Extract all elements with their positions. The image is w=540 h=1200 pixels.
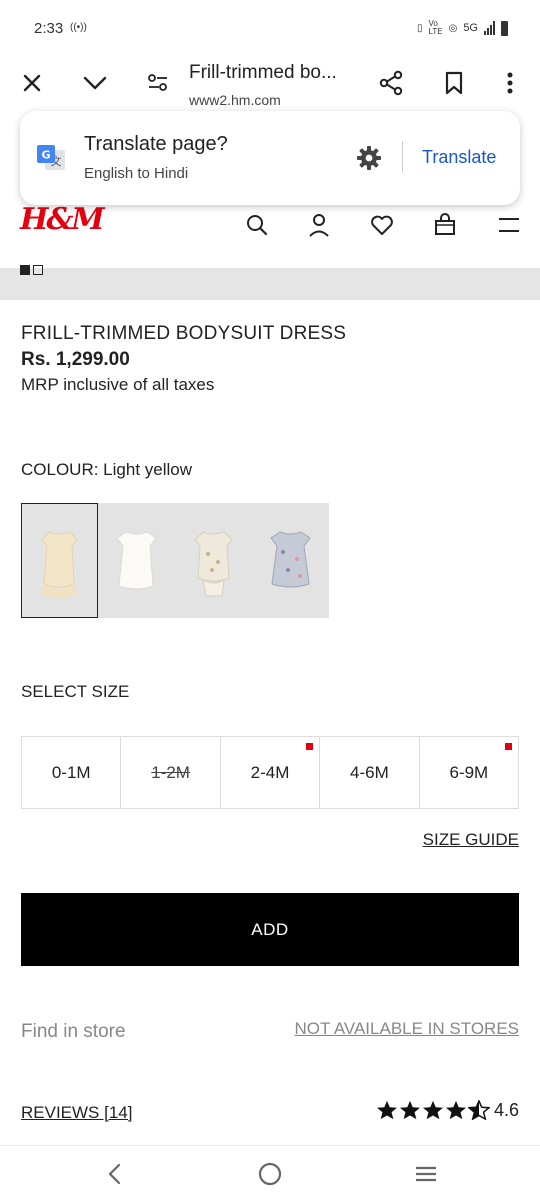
pager-dot[interactable] (33, 265, 43, 275)
pager-dot-active[interactable] (20, 265, 30, 275)
shopping-bag-icon[interactable] (432, 212, 458, 238)
status-bar: 2:33 ((•)) ▯ Vo LTE ◎ 5G (0, 0, 540, 58)
colour-swatch-white[interactable] (98, 503, 175, 618)
size-option-6-9m[interactable]: 6-9M (420, 737, 518, 808)
svg-text:G: G (41, 149, 50, 162)
battery-icon (501, 20, 508, 36)
size-label: 0-1M (51, 762, 91, 782)
translate-language-pair: English to Hindi (84, 165, 189, 182)
colour-swatch-blue-floral[interactable] (252, 503, 329, 618)
rating-stars[interactable] (376, 1100, 490, 1120)
colour-swatches (21, 503, 329, 618)
rating-value: 4.6 (493, 1100, 519, 1120)
site-header: H&M (0, 200, 540, 256)
size-label: 2-4M (250, 762, 290, 782)
size-guide-link[interactable]: SIZE GUIDE (423, 830, 519, 850)
bookmark-icon[interactable] (439, 68, 469, 98)
close-icon[interactable] (17, 68, 47, 98)
store-availability-status[interactable]: NOT AVAILABLE IN STORES (294, 1019, 519, 1039)
account-icon[interactable] (306, 212, 332, 238)
chevron-down-icon[interactable] (80, 68, 110, 98)
search-icon[interactable] (244, 212, 270, 238)
size-option-0-1m[interactable]: 0-1M (22, 737, 122, 808)
translate-button[interactable]: Translate (422, 147, 496, 168)
tax-note: MRP inclusive of all taxes (21, 375, 215, 394)
star-filled-icon (446, 1100, 466, 1120)
find-in-store-link[interactable]: Find in store (21, 1021, 126, 1043)
size-option-2-4m[interactable]: 2-4M (221, 737, 321, 808)
star-filled-icon (423, 1100, 443, 1120)
system-nav-bar (0, 1145, 540, 1200)
network-type: 5G (463, 22, 478, 34)
colour-swatch-light-yellow[interactable] (21, 503, 98, 618)
back-icon[interactable] (99, 1160, 129, 1188)
product-price: Rs. 1,299.00 (21, 349, 130, 370)
status-icons: ▯ Vo LTE ◎ 5G (417, 20, 508, 36)
status-time: 2:33 (34, 20, 64, 37)
size-label: 4-6M (350, 762, 389, 782)
more-options-icon[interactable] (495, 68, 525, 98)
google-translate-icon: 文 G (37, 145, 65, 170)
page-url[interactable]: www2.hm.com (189, 92, 281, 108)
page-title: Frill-trimmed bo... (189, 62, 337, 83)
reviews-link[interactable]: REVIEWS [14] (21, 1103, 132, 1123)
carousel-pager[interactable] (20, 265, 43, 275)
volte-icon: Vo LTE (428, 19, 443, 36)
gear-icon[interactable] (356, 145, 382, 171)
size-label: 6-9M (449, 762, 489, 782)
page-controls-icon[interactable] (143, 68, 173, 98)
menu-icon[interactable] (496, 212, 522, 238)
vibrate-icon: ▯ (416, 22, 423, 34)
wifi-calling-icon: ◎ (448, 22, 458, 34)
size-label: 1-2M (151, 762, 190, 782)
star-filled-icon (400, 1100, 420, 1120)
share-icon[interactable] (376, 68, 406, 98)
colour-swatch-cream-floral[interactable] (175, 503, 252, 618)
star-half-icon (468, 1100, 490, 1120)
divider (402, 141, 403, 173)
size-option-4-6m[interactable]: 4-6M (320, 737, 420, 808)
signal-icon (484, 21, 495, 35)
star-filled-icon (377, 1100, 397, 1120)
size-selector: 0-1M 1-2M 2-4M 4-6M 6-9M (21, 736, 519, 809)
hm-logo[interactable]: H&M (20, 202, 105, 237)
low-stock-indicator (306, 743, 314, 750)
select-size-label: SELECT SIZE (21, 682, 130, 701)
translate-title: Translate page? (84, 133, 228, 155)
recent-apps-icon[interactable] (411, 1160, 441, 1188)
product-name: FRILL-TRIMMED BODYSUIT DRESS (21, 323, 347, 344)
product-image-carousel[interactable] (0, 268, 540, 300)
translate-prompt: 文 G Translate page? English to Hindi Tra… (20, 111, 520, 205)
size-option-1-2m[interactable]: 1-2M (121, 737, 221, 808)
colour-label: COLOUR: Light yellow (21, 460, 193, 479)
home-icon[interactable] (255, 1160, 285, 1188)
low-stock-indicator (505, 743, 513, 750)
add-to-bag-button[interactable]: ADD (21, 893, 519, 966)
favorites-heart-icon[interactable] (369, 212, 395, 238)
hotspot-icon: ((•)) (70, 22, 87, 33)
